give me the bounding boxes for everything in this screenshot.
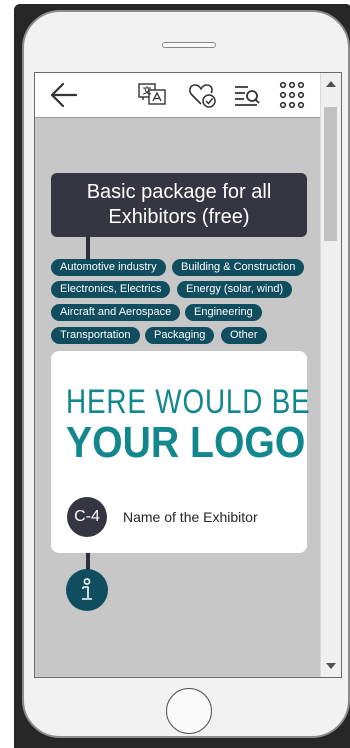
speaker-slot: [162, 42, 216, 48]
scroll-up-arrow-icon[interactable]: [326, 81, 336, 87]
category-chip[interactable]: Electronics, Electrics: [51, 281, 171, 298]
logo-placeholder-line2: YOUR LOGO: [66, 418, 306, 467]
scroll-down-arrow-icon[interactable]: [326, 663, 336, 669]
grid-menu-icon[interactable]: [277, 80, 307, 110]
connector-line: [86, 551, 90, 571]
connector-line: [86, 237, 90, 259]
list-search-icon[interactable]: [232, 80, 262, 110]
category-chip[interactable]: Aircraft and Aerospace: [51, 304, 181, 321]
favorite-heart-check-icon[interactable]: [187, 80, 217, 110]
package-title: Basic package for all Exhibitors (free): [51, 173, 307, 237]
category-chip[interactable]: Building & Construction: [172, 259, 305, 276]
category-chip[interactable]: Transportation: [51, 327, 140, 344]
category-chip[interactable]: Engineering: [185, 304, 262, 321]
category-chip[interactable]: Packaging: [145, 327, 215, 344]
category-chip[interactable]: Other: [221, 327, 267, 344]
info-button[interactable]: [66, 569, 108, 611]
exhibitor-card[interactable]: HERE WOULD BE YOUR LOGO C-4 Name of the …: [51, 351, 311, 553]
category-chip[interactable]: Energy (solar, wind): [177, 281, 293, 298]
category-chip[interactable]: Automotive industry: [51, 259, 166, 276]
back-arrow-icon[interactable]: [49, 80, 79, 110]
home-button[interactable]: [166, 688, 212, 734]
logo-placeholder-line1: HERE WOULD BE: [66, 383, 311, 421]
scrollbar-thumb[interactable]: [324, 107, 337, 241]
info-icon: [82, 578, 92, 600]
exhibitor-name: Name of the Exhibitor: [123, 509, 258, 525]
booth-badge: C-4: [67, 497, 107, 537]
scrollbar[interactable]: [320, 73, 341, 677]
translate-icon[interactable]: [137, 80, 167, 110]
top-toolbar: [35, 73, 321, 118]
app-screen: Basic package for all Exhibitors (free) …: [34, 72, 342, 678]
